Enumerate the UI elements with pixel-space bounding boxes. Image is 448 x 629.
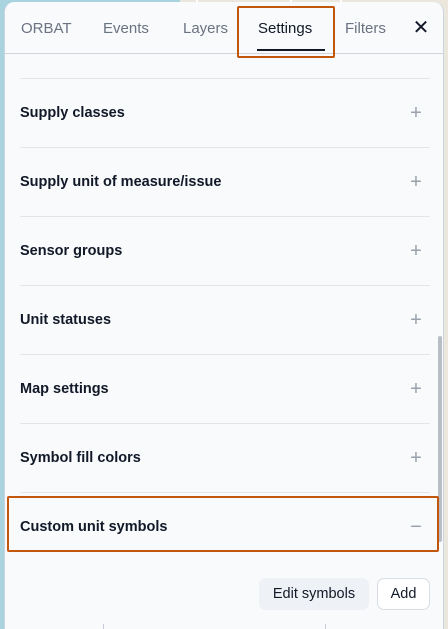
active-tab-indicator bbox=[257, 49, 325, 51]
section-custom-unit-symbols[interactable]: Custom unit symbols − bbox=[20, 492, 430, 561]
section-sensor-groups[interactable]: Sensor groups + bbox=[20, 216, 430, 285]
minus-icon[interactable]: − bbox=[405, 516, 427, 539]
plus-icon[interactable]: + bbox=[405, 171, 427, 194]
section-supply-classes[interactable]: Supply classes + bbox=[20, 78, 430, 147]
tab-filters[interactable]: Filters bbox=[345, 20, 386, 37]
section-unit-statuses[interactable]: Unit statuses + bbox=[20, 285, 430, 354]
section-map-settings[interactable]: Map settings + bbox=[20, 354, 430, 423]
add-button[interactable]: Add bbox=[377, 578, 430, 610]
section-title: Custom unit symbols bbox=[20, 519, 168, 535]
plus-icon[interactable]: + bbox=[405, 447, 427, 470]
settings-sections: Supply classes + Supply unit of measure/… bbox=[20, 78, 430, 561]
tab-orbat[interactable]: ORBAT bbox=[21, 20, 72, 37]
custom-symbols-actions: Edit symbols Add bbox=[5, 578, 443, 610]
plus-icon[interactable]: + bbox=[405, 378, 427, 401]
plus-icon[interactable]: + bbox=[405, 102, 427, 125]
scrollbar-thumb[interactable] bbox=[438, 336, 442, 542]
settings-panel: ORBAT Events Layers Settings Filters ✕ S… bbox=[4, 2, 444, 629]
tab-layers[interactable]: Layers bbox=[183, 20, 228, 37]
edit-symbols-button[interactable]: Edit symbols bbox=[259, 578, 369, 610]
tick-mark bbox=[325, 624, 326, 629]
section-title: Supply unit of measure/issue bbox=[20, 174, 222, 190]
section-symbol-fill-colors[interactable]: Symbol fill colors + bbox=[20, 423, 430, 492]
section-title: Symbol fill colors bbox=[20, 450, 141, 466]
section-title: Map settings bbox=[20, 381, 109, 397]
tick-mark bbox=[103, 624, 104, 629]
section-supply-unit-of-measure[interactable]: Supply unit of measure/issue + bbox=[20, 147, 430, 216]
plus-icon[interactable]: + bbox=[405, 309, 427, 332]
scrollbar-track[interactable] bbox=[437, 54, 443, 629]
close-icon[interactable]: ✕ bbox=[409, 15, 433, 41]
tab-settings[interactable]: Settings bbox=[258, 20, 312, 37]
section-title: Sensor groups bbox=[20, 243, 123, 259]
plus-icon[interactable]: + bbox=[405, 240, 427, 263]
tab-bar: ORBAT Events Layers Settings Filters ✕ bbox=[5, 2, 443, 54]
tab-events[interactable]: Events bbox=[103, 20, 149, 37]
section-title: Unit statuses bbox=[20, 312, 112, 328]
section-title: Supply classes bbox=[20, 105, 125, 121]
